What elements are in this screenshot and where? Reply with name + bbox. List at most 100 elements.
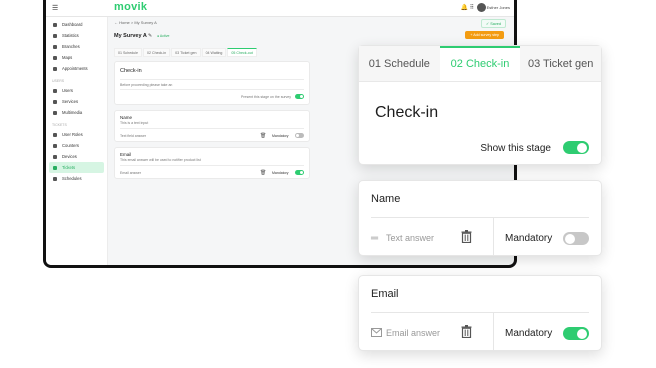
mandatory-toggle[interactable] bbox=[563, 232, 589, 245]
schedule-icon bbox=[53, 176, 57, 181]
mini-tab[interactable]: 04 Waiting bbox=[201, 48, 227, 57]
mandatory-label: Mandatory bbox=[505, 328, 553, 339]
services-icon bbox=[53, 99, 57, 104]
sidebar-item-label: Dashboard bbox=[62, 22, 83, 27]
email-field-callout: Email Email answer Mandatory bbox=[358, 275, 602, 351]
sidebar-group-label: Users bbox=[52, 79, 65, 83]
sidebar-item-schedules[interactable]: Schedules bbox=[49, 173, 104, 184]
sidebar-item-label: Tickets bbox=[62, 165, 76, 170]
map-icon bbox=[53, 55, 57, 60]
mandatory-label: Mandatory bbox=[272, 134, 289, 138]
sidebar-item-users[interactable]: Users bbox=[49, 85, 104, 96]
email-field-title: Email bbox=[120, 152, 132, 157]
divider bbox=[120, 79, 304, 80]
mini-tab[interactable]: 01 Schedule bbox=[114, 48, 142, 57]
sidebar-item-label: Multimedia bbox=[62, 110, 83, 115]
tab-schedule[interactable]: 01 Schedule bbox=[359, 46, 440, 81]
trash-icon-svg bbox=[461, 230, 472, 244]
roles-icon bbox=[53, 132, 57, 137]
stage-tabs: 01 Schedule 02 Check-in 03 Ticket gen 04 Wa… bbox=[114, 48, 257, 57]
sidebar-item-appointments[interactable]: Appointments bbox=[49, 63, 104, 74]
trash-icon[interactable] bbox=[461, 230, 472, 246]
save-status-badge: ✓ Saved bbox=[480, 19, 506, 28]
toggle-knob bbox=[577, 328, 587, 339]
device-icon bbox=[53, 154, 57, 159]
email-field-card: Email This email answer will be used to … bbox=[114, 147, 310, 179]
tab-ticket-gen[interactable]: 03 Ticket gen bbox=[520, 46, 602, 81]
page-title: My Survey A bbox=[114, 33, 147, 39]
sidebar-item-tickets[interactable]: Tickets bbox=[49, 162, 104, 173]
email-answer-input[interactable]: Email answer bbox=[386, 328, 440, 338]
mandatory-toggle[interactable] bbox=[295, 133, 304, 138]
show-stage-toggle[interactable] bbox=[295, 94, 304, 99]
divider bbox=[493, 312, 494, 350]
top-bar: ☰ movik 🔔 ⠿ Esther Jones bbox=[46, 0, 514, 17]
mandatory-label: Mandatory bbox=[505, 233, 553, 244]
divider bbox=[371, 312, 589, 313]
email-field-placeholder[interactable]: Email answer bbox=[120, 171, 141, 175]
trash-icon[interactable]: 🗑 bbox=[260, 133, 266, 139]
sidebar-item-devices[interactable]: Devices bbox=[49, 151, 104, 162]
envelope-icon-svg bbox=[371, 328, 382, 337]
checkin-card: Check-in Before proceeding please take a… bbox=[114, 61, 310, 105]
divider bbox=[371, 217, 589, 218]
checkin-hint: Before proceeding please take an bbox=[120, 83, 173, 87]
mandatory-toggle[interactable] bbox=[563, 327, 589, 340]
sidebar-item-label: Devices bbox=[62, 154, 77, 159]
envelope-icon bbox=[371, 328, 382, 340]
text-lines-icon: ═ bbox=[371, 233, 379, 244]
users-icon bbox=[53, 88, 57, 93]
divider bbox=[493, 217, 494, 255]
sidebar-item-counters[interactable]: Counters bbox=[49, 140, 104, 151]
sidebar-item-multimedia[interactable]: Multimedia bbox=[49, 107, 104, 118]
sidebar-item-label: Users bbox=[62, 88, 73, 93]
app-logo[interactable]: movik bbox=[114, 1, 147, 13]
status-badge: ● Active bbox=[157, 34, 170, 38]
divider bbox=[120, 128, 304, 129]
email-field-title: Email bbox=[371, 288, 399, 300]
trash-icon[interactable] bbox=[461, 325, 472, 341]
add-step-button[interactable]: + Add survey step bbox=[465, 31, 504, 39]
sidebar-item-branches[interactable]: Branches bbox=[49, 41, 104, 52]
tab-checkin[interactable]: 02 Check-in bbox=[439, 46, 521, 81]
chart-icon bbox=[53, 33, 57, 38]
edit-icon[interactable]: ✎ bbox=[148, 33, 152, 39]
name-field-placeholder[interactable]: Text field answer bbox=[120, 134, 146, 138]
user-name[interactable]: Esther Jones bbox=[487, 5, 510, 10]
counter-icon bbox=[53, 143, 57, 148]
sidebar-item-label: Schedules bbox=[62, 176, 82, 181]
sidebar-item-label: Branches bbox=[62, 44, 80, 49]
mini-tab[interactable]: 02 Check-in bbox=[142, 48, 171, 57]
name-answer-input[interactable]: Text answer bbox=[386, 233, 434, 243]
sidebar-item-label: Appointments bbox=[62, 66, 88, 71]
ticket-icon bbox=[53, 165, 57, 170]
avatar[interactable] bbox=[477, 3, 486, 12]
sidebar-item-user-roles[interactable]: User Roles bbox=[49, 129, 104, 140]
trash-icon[interactable]: 🗑 bbox=[260, 170, 266, 176]
checkin-callout-card: 01 Schedule 02 Check-in 03 Ticket gen Ch… bbox=[358, 45, 602, 165]
toggle-knob bbox=[577, 142, 587, 153]
show-stage-label: Show this stage bbox=[480, 143, 551, 154]
notification-icons[interactable]: 🔔 ⠿ bbox=[460, 4, 474, 11]
mini-tab[interactable]: 05 Check-out bbox=[227, 48, 257, 57]
name-field-desc: This is a text input bbox=[120, 121, 149, 125]
sidebar-item-services[interactable]: Services bbox=[49, 96, 104, 107]
sidebar-item-label: Services bbox=[62, 99, 79, 104]
name-field-card: Name This is a text input Text field ans… bbox=[114, 110, 310, 142]
show-stage-toggle[interactable] bbox=[563, 141, 589, 154]
mini-tab[interactable]: 03 Ticket gen bbox=[171, 48, 201, 57]
sidebar-item-statistics[interactable]: Statistics bbox=[49, 30, 104, 41]
name-field-callout: Name ═ Text answer Mandatory bbox=[358, 180, 602, 256]
email-field-desc: This email answer will be used to notifi… bbox=[120, 158, 201, 162]
sidebar-item-dashboard[interactable]: Dashboard bbox=[49, 19, 104, 30]
name-field-title: Name bbox=[371, 193, 401, 205]
toggle-knob bbox=[565, 233, 575, 244]
breadcrumb[interactable]: ← Home > My Survey A bbox=[114, 20, 157, 25]
calendar-icon bbox=[53, 66, 57, 71]
sidebar-group-label: Tickets bbox=[52, 123, 67, 127]
dashboard-icon bbox=[53, 22, 57, 27]
sidebar-item-maps[interactable]: Maps bbox=[49, 52, 104, 63]
sidebar: Dashboard Statistics Branches Maps Appointme… bbox=[46, 17, 108, 265]
mandatory-toggle[interactable] bbox=[295, 170, 304, 175]
hamburger-icon[interactable]: ☰ bbox=[52, 4, 58, 12]
